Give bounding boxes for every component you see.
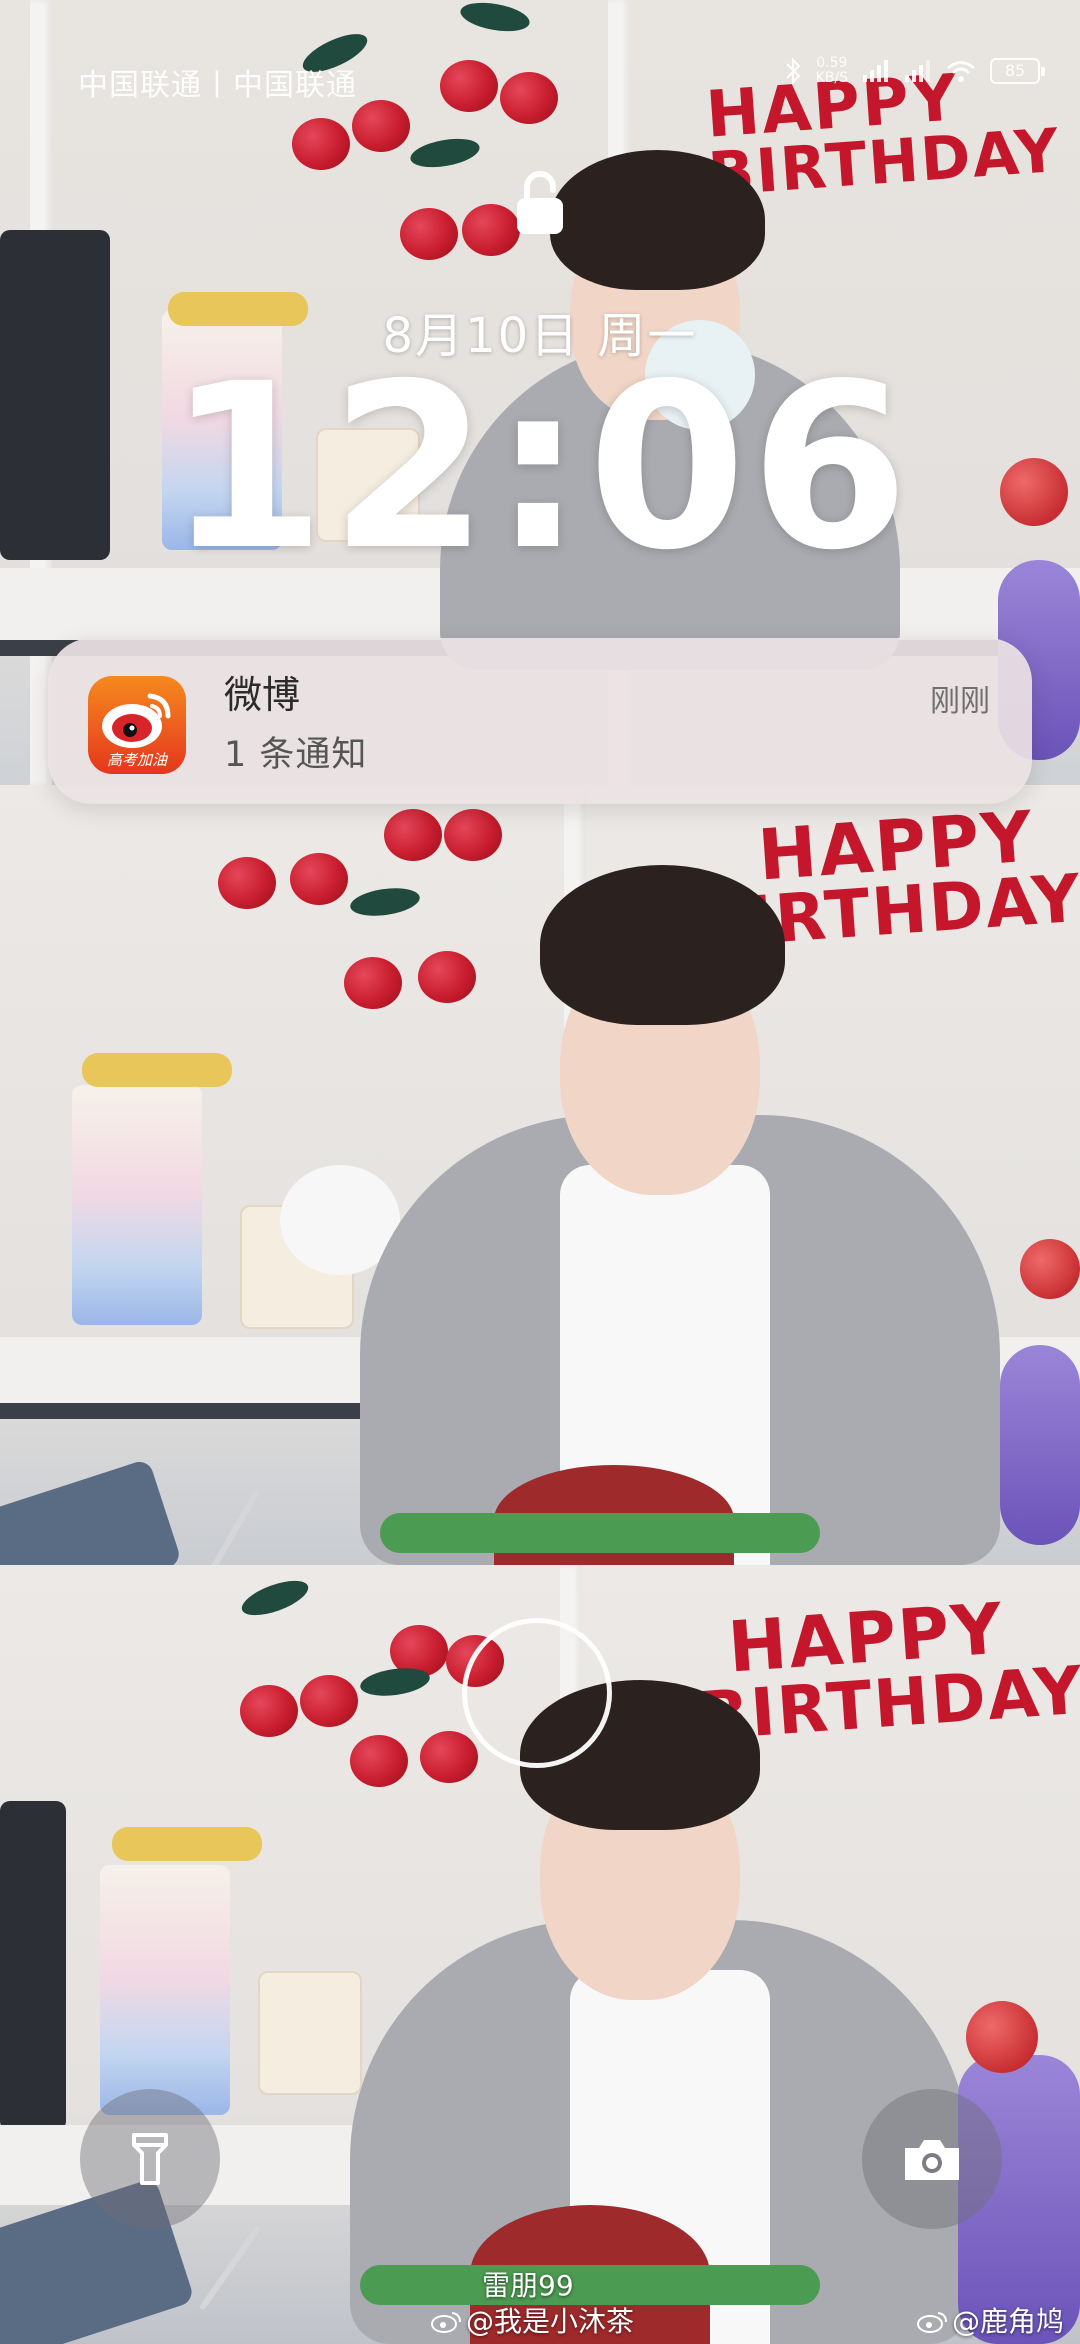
birthday-cake-small xyxy=(258,1971,362,2095)
tablet xyxy=(0,1458,183,1565)
cherry-balloon xyxy=(290,853,348,905)
cake-flowers xyxy=(112,1827,262,1861)
cake-grass xyxy=(380,1513,820,1553)
cherry-balloon xyxy=(218,857,276,909)
watermark-user-1: @我是小沐茶 xyxy=(466,2305,635,2338)
status-bar: 中国联通丨中国联通 0.59 KB/S 85 xyxy=(78,56,1045,103)
watermark-weibo-user-1: @我是小沐茶 xyxy=(430,2300,634,2340)
cherry-leaf xyxy=(237,1573,313,1623)
weibo-app-icon: 高考加油 xyxy=(88,676,186,774)
cake-grass xyxy=(360,2265,820,2305)
fingerprint-sensor-indicator[interactable] xyxy=(462,1618,612,1768)
cherry-balloon xyxy=(444,809,502,861)
network-speed-value: 0.59 xyxy=(816,55,848,71)
signal-sim2-icon xyxy=(905,60,930,82)
notification-body: 1 条通知 xyxy=(224,735,368,775)
weibo-icon-caption: 高考加油 xyxy=(106,751,167,769)
flashlight-icon xyxy=(132,2133,168,2185)
network-speed: 0.59 KB/S xyxy=(816,56,848,86)
cherry-balloon xyxy=(292,118,350,170)
signal-sim1-icon xyxy=(863,60,888,82)
weibo-watermark-icon xyxy=(431,2312,461,2333)
red-ornament xyxy=(1020,1239,1080,1299)
birthday-cake xyxy=(72,1085,202,1325)
watermark-user-2: @鹿角鸠 xyxy=(952,2305,1065,2338)
cake-flowers xyxy=(82,1053,232,1087)
network-speed-unit: KB/S xyxy=(815,70,848,86)
wifi-icon xyxy=(947,61,975,82)
notification-time: 刚刚 xyxy=(930,684,990,719)
camera-button[interactable] xyxy=(862,2089,1002,2229)
lockscreen-clock: 12:06 xyxy=(167,334,913,600)
bear-figure xyxy=(1000,1345,1080,1545)
wallpaper-panel-2: HAPPY BIRTHDAY xyxy=(0,785,1080,1565)
camera-icon xyxy=(905,2140,959,2180)
lock-icon xyxy=(517,171,563,234)
birthday-cake xyxy=(100,1865,230,2115)
watermark-text-top: 雷朋99 xyxy=(482,2269,574,2302)
hair xyxy=(550,150,765,290)
red-ornament xyxy=(966,2001,1038,2073)
battery-indicator: 85 xyxy=(990,58,1045,84)
carrier-name: 中国联通丨中国联通 xyxy=(78,68,357,103)
chopstick xyxy=(198,2225,262,2311)
bluetooth-icon xyxy=(785,57,801,85)
status-icons: 0.59 KB/S 85 xyxy=(784,56,1045,86)
notification-app-name: 微博 xyxy=(224,673,301,717)
cherry-balloon xyxy=(352,100,410,152)
dark-cake xyxy=(0,1801,66,2131)
weibo-notification[interactable]: 高考加油 微博 1 条通知 刚刚 xyxy=(48,638,1032,804)
flashlight-button[interactable] xyxy=(80,2089,220,2229)
cherry-leaf xyxy=(458,0,532,36)
watermark-weibo-user-2: @鹿角鸠 xyxy=(916,2300,1064,2340)
cherry-balloon xyxy=(240,1685,298,1737)
person xyxy=(360,865,1000,1565)
chopstick xyxy=(209,1489,261,1565)
weibo-watermark-icon xyxy=(917,2312,947,2333)
cherry-balloon xyxy=(384,809,442,861)
hair xyxy=(540,865,785,1025)
